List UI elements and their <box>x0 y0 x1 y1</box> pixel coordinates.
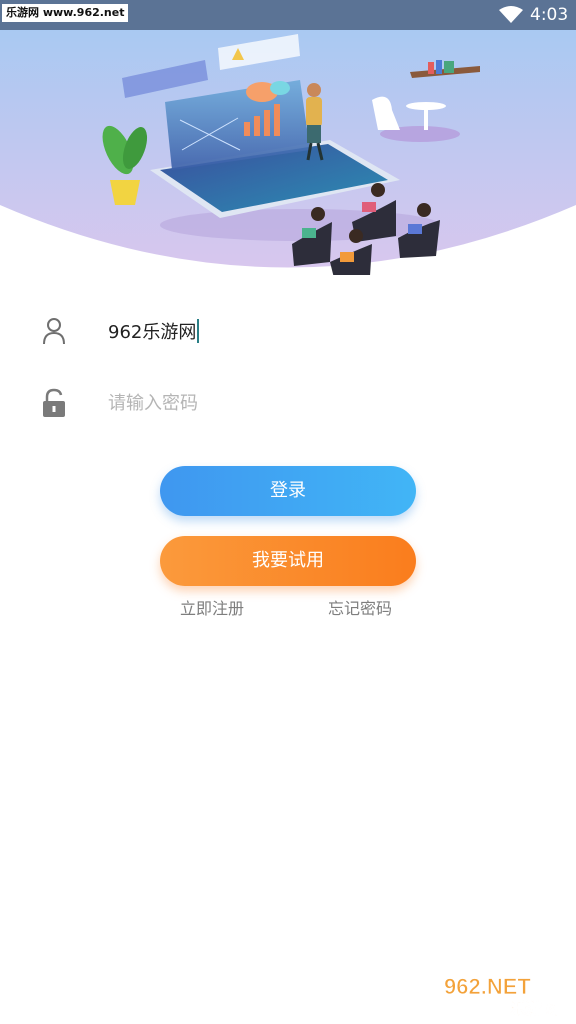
login-button[interactable]: 登录 <box>160 466 416 516</box>
password-row <box>0 378 576 428</box>
register-link[interactable]: 立即注册 <box>180 598 244 620</box>
clock: 4:03 <box>530 5 569 25</box>
text-caret <box>197 319 199 343</box>
svg-text:乐游网: 乐游网 <box>510 999 558 1018</box>
password-input[interactable] <box>108 386 508 420</box>
trial-button[interactable]: 我要试用 <box>160 536 416 586</box>
svg-text:962.NET: 962.NET <box>444 974 531 999</box>
username-input[interactable] <box>108 314 508 348</box>
username-row <box>0 306 576 356</box>
watermark-logo: 962.NET 乐游网 <box>436 972 570 1019</box>
hero-illustration <box>0 30 576 275</box>
user-icon <box>43 318 65 345</box>
forgot-password-link[interactable]: 忘记密码 <box>328 598 392 620</box>
lock-icon <box>43 388 65 417</box>
status-bar: 乐游网 www.962.net 4:03 <box>0 0 576 30</box>
watermark-label: 乐游网 www.962.net <box>2 4 129 22</box>
wifi-icon <box>499 6 523 23</box>
